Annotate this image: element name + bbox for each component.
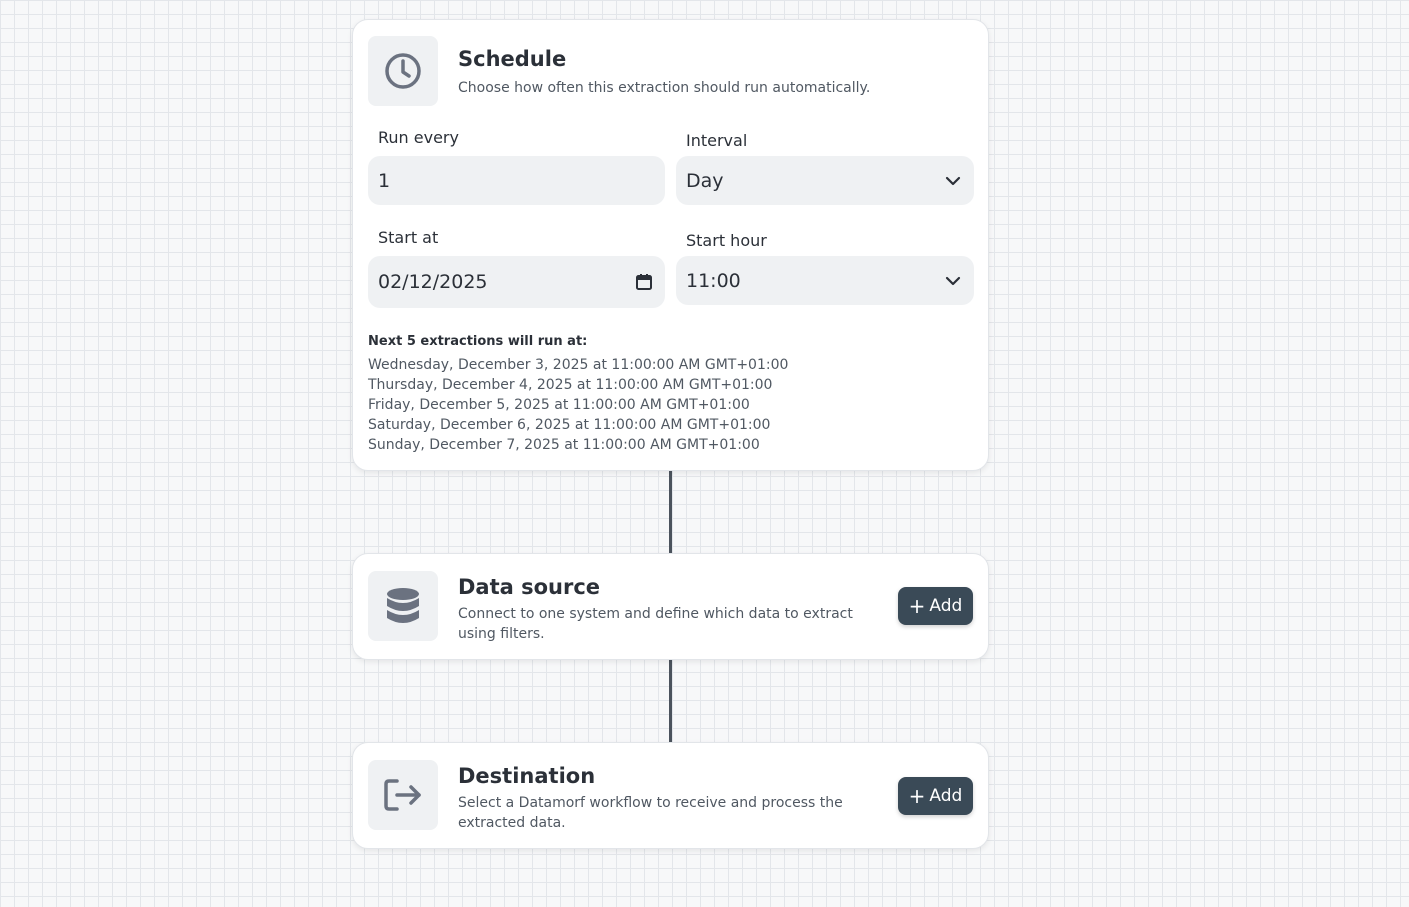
plus-icon: +	[908, 783, 926, 808]
chevron-down-icon	[944, 272, 962, 290]
chevron-down-icon	[944, 172, 962, 190]
start-at-input[interactable]: 02/12/2025	[368, 256, 665, 308]
start-hour-label: Start hour	[686, 231, 767, 250]
interval-select[interactable]: Day	[676, 156, 974, 205]
list-item: Friday, December 5, 2025 at 11:00:00 AM …	[368, 397, 750, 413]
destination-card: Destination Select a Datamorf workflow t…	[352, 742, 989, 849]
list-item: Thursday, December 4, 2025 at 11:00:00 A…	[368, 377, 773, 393]
connector-schedule-to-source	[669, 471, 672, 553]
destination-description: Select a Datamorf workflow to receive an…	[458, 795, 843, 831]
add-label: Add	[929, 786, 963, 806]
schedule-title: Schedule	[458, 47, 567, 71]
next-runs-title: Next 5 extractions will run at:	[368, 334, 588, 349]
list-item: Sunday, December 7, 2025 at 11:00:00 AM …	[368, 437, 760, 453]
interval-label: Interval	[686, 131, 748, 150]
interval-value: Day	[686, 169, 724, 192]
run-every-value: 1	[378, 169, 391, 192]
run-every-label: Run every	[378, 128, 459, 147]
start-at-label: Start at	[378, 228, 439, 247]
schedule-description: Choose how often this extraction should …	[458, 80, 871, 96]
data-source-card: Data source Connect to one system and de…	[352, 553, 989, 660]
add-destination-button[interactable]: + Add	[898, 777, 973, 815]
add-label: Add	[929, 596, 963, 616]
data-source-description: Connect to one system and define which d…	[458, 606, 853, 642]
exit-arrow-icon	[368, 760, 438, 830]
start-hour-select[interactable]: 11:00	[676, 256, 974, 305]
start-at-value: 02/12/2025	[378, 271, 488, 293]
list-item: Saturday, December 6, 2025 at 11:00:00 A…	[368, 417, 771, 433]
clock-icon	[368, 36, 438, 106]
plus-icon: +	[908, 593, 926, 618]
next-runs-list: Wednesday, December 3, 2025 at 11:00:00 …	[368, 355, 788, 455]
start-hour-value: 11:00	[686, 269, 741, 292]
connector-source-to-destination	[669, 660, 672, 742]
schedule-card: Schedule Choose how often this extractio…	[352, 19, 989, 471]
destination-title: Destination	[458, 764, 596, 788]
calendar-icon[interactable]	[635, 273, 653, 291]
database-icon	[368, 571, 438, 641]
data-source-title: Data source	[458, 575, 601, 599]
add-data-source-button[interactable]: + Add	[898, 587, 973, 625]
run-every-input[interactable]: 1	[368, 156, 665, 205]
list-item: Wednesday, December 3, 2025 at 11:00:00 …	[368, 357, 789, 373]
